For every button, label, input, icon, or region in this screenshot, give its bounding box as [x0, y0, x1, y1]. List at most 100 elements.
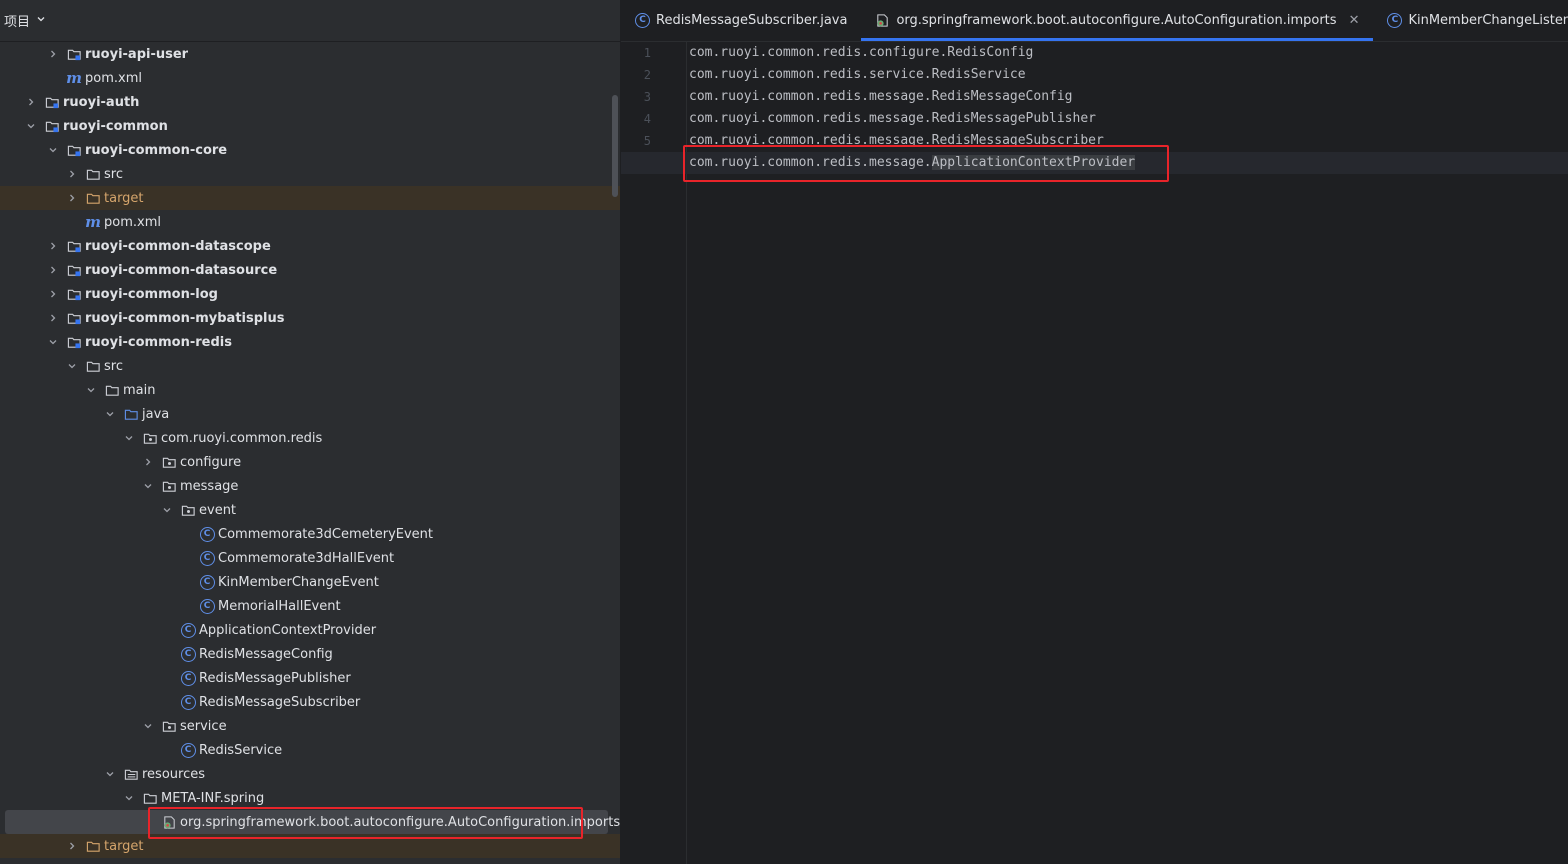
tree-item[interactable]: ruoyi-common-redis	[0, 330, 620, 354]
editor-tab-bar: C RedisMessageSubscriber.java org.springfr…	[621, 0, 1568, 42]
code-line[interactable]: com.ruoyi.common.redis.message.RedisMess…	[689, 130, 1568, 152]
tree-item[interactable]: org.springframework.boot.autoconfigure.A…	[5, 810, 620, 834]
tree-item[interactable]: C KinMemberChangeEvent	[0, 570, 620, 594]
tree-item-label: RedisService	[199, 742, 283, 758]
tree-item[interactable]: target	[0, 834, 620, 858]
chevron-right-icon[interactable]	[65, 839, 79, 853]
tree-item-label: configure	[180, 454, 242, 470]
module-folder-icon	[66, 46, 82, 62]
tree-item[interactable]: ruoyi-common-datasource	[0, 258, 620, 282]
chevron-down-icon[interactable]	[160, 503, 174, 517]
class-icon: C	[180, 670, 196, 686]
code-line[interactable]: com.ruoyi.common.redis.configure.RedisCo…	[689, 42, 1568, 64]
project-panel-header[interactable]: 项目	[0, 0, 620, 42]
folder-icon	[142, 790, 158, 806]
chevron-down-icon[interactable]	[141, 719, 155, 733]
package-icon	[161, 454, 177, 470]
tree-item[interactable]: java	[0, 402, 620, 426]
tree-item[interactable]: C RedisService	[0, 738, 620, 762]
module-folder-icon	[66, 286, 82, 302]
folder-orange-icon	[85, 190, 101, 206]
chevron-right-icon[interactable]	[46, 239, 60, 253]
class-icon: C	[635, 13, 650, 28]
chevron-down-icon[interactable]	[36, 13, 46, 28]
chevron-down-icon[interactable]	[122, 431, 136, 445]
editor-tab[interactable]: C RedisMessageSubscriber.java	[621, 0, 861, 41]
class-icon: C	[199, 526, 215, 542]
tree-item[interactable]: main	[0, 378, 620, 402]
tree-item-label: ruoyi-common-redis	[85, 334, 232, 350]
editor-tab-label: RedisMessageSubscriber.java	[656, 13, 848, 28]
tree-item[interactable]: configure	[0, 450, 620, 474]
tree-item[interactable]: ruoyi-common-mybatisplus	[0, 306, 620, 330]
code-line[interactable]: com.ruoyi.common.redis.message.RedisMess…	[689, 108, 1568, 130]
tree-item[interactable]: target	[0, 186, 620, 210]
tree-item[interactable]: src	[0, 162, 620, 186]
package-icon	[161, 478, 177, 494]
tree-item[interactable]: C RedisMessagePublisher	[0, 666, 620, 690]
tree-item[interactable]: m pom.xml	[0, 66, 620, 90]
tree-item-label: ruoyi-common-datascope	[85, 238, 271, 254]
tree-item[interactable]: ruoyi-common-core	[0, 138, 620, 162]
chevron-right-icon[interactable]	[65, 167, 79, 181]
chevron-right-icon[interactable]	[65, 191, 79, 205]
chevron-down-icon[interactable]	[84, 383, 98, 397]
chevron-down-icon[interactable]	[141, 479, 155, 493]
tree-item-label: ruoyi-common-datasource	[85, 262, 278, 278]
tree-item-label: ruoyi-auth	[63, 94, 140, 110]
chevron-right-icon[interactable]	[141, 455, 155, 469]
tree-item-label: pom.xml	[104, 214, 161, 230]
chevron-right-icon[interactable]	[46, 311, 60, 325]
chevron-right-icon[interactable]	[46, 287, 60, 301]
class-icon: C	[199, 574, 215, 590]
code-text: com.ruoyi.common.redis.message.	[689, 155, 932, 170]
tree-scrollbar[interactable]	[612, 95, 618, 197]
project-panel-title[interactable]: 项目	[4, 11, 30, 30]
tree-item[interactable]: m pom.xml	[0, 210, 620, 234]
tree-item[interactable]: ruoyi-auth	[0, 90, 620, 114]
chevron-down-icon[interactable]	[103, 407, 117, 421]
tree-item[interactable]: com.ruoyi.common.redis	[0, 426, 620, 450]
tree-item[interactable]: C MemorialHallEvent	[0, 594, 620, 618]
chevron-right-icon[interactable]	[46, 47, 60, 61]
tree-item[interactable]: ruoyi-api-user	[0, 42, 620, 66]
chevron-down-icon[interactable]	[122, 791, 136, 805]
chevron-down-icon[interactable]	[46, 143, 60, 157]
code-line[interactable]: com.ruoyi.common.redis.service.RedisServ…	[689, 64, 1568, 86]
tree-item[interactable]: ruoyi-common	[0, 114, 620, 138]
chevron-down-icon[interactable]	[103, 767, 117, 781]
tree-item-label: java	[142, 406, 170, 422]
tree-item-label: KinMemberChangeEvent	[218, 574, 379, 590]
tree-item[interactable]: src	[0, 354, 620, 378]
tree-item[interactable]: C RedisMessageSubscriber	[0, 690, 620, 714]
tree-item[interactable]: META-INF.spring	[0, 786, 620, 810]
tree-item-label: META-INF.spring	[161, 790, 265, 806]
tree-item[interactable]: ruoyi-common-datascope	[0, 234, 620, 258]
chevron-right-icon[interactable]	[46, 263, 60, 277]
package-icon	[142, 430, 158, 446]
line-number: 1	[643, 46, 651, 60]
chevron-down-icon[interactable]	[65, 359, 79, 373]
tree-item[interactable]: service	[0, 714, 620, 738]
tree-item[interactable]: event	[0, 498, 620, 522]
tree-item[interactable]: message	[0, 474, 620, 498]
tree-item[interactable]: C ApplicationContextProvider	[0, 618, 620, 642]
chevron-down-icon[interactable]	[24, 119, 38, 133]
folder-blue-icon	[123, 406, 139, 422]
tree-item[interactable]: resources	[0, 762, 620, 786]
tree-item-label: ruoyi-common-log	[85, 286, 218, 302]
tree-item[interactable]: ruoyi-common-log	[0, 282, 620, 306]
tree-item[interactable]: C RedisMessageConfig	[0, 642, 620, 666]
editor-tab[interactable]: C KinMemberChangeListen.java	[1373, 0, 1568, 41]
tree-item[interactable]: C Commemorate3dCemeteryEvent	[0, 522, 620, 546]
chevron-down-icon[interactable]	[46, 335, 60, 349]
tree-item-label: ruoyi-common	[63, 118, 168, 134]
close-icon[interactable]: ✕	[1349, 13, 1360, 28]
line-number: 2	[643, 68, 651, 82]
editor-tab[interactable]: org.springframework.boot.autoconfigure.A…	[861, 0, 1374, 41]
tree-item[interactable]: C Commemorate3dHallEvent	[0, 546, 620, 570]
line-number: 4	[643, 112, 651, 126]
chevron-right-icon[interactable]	[24, 95, 38, 109]
code-line[interactable]: com.ruoyi.common.redis.message.RedisMess…	[689, 86, 1568, 108]
code-line[interactable]: com.ruoyi.common.redis.message.Applicati…	[621, 152, 1568, 174]
